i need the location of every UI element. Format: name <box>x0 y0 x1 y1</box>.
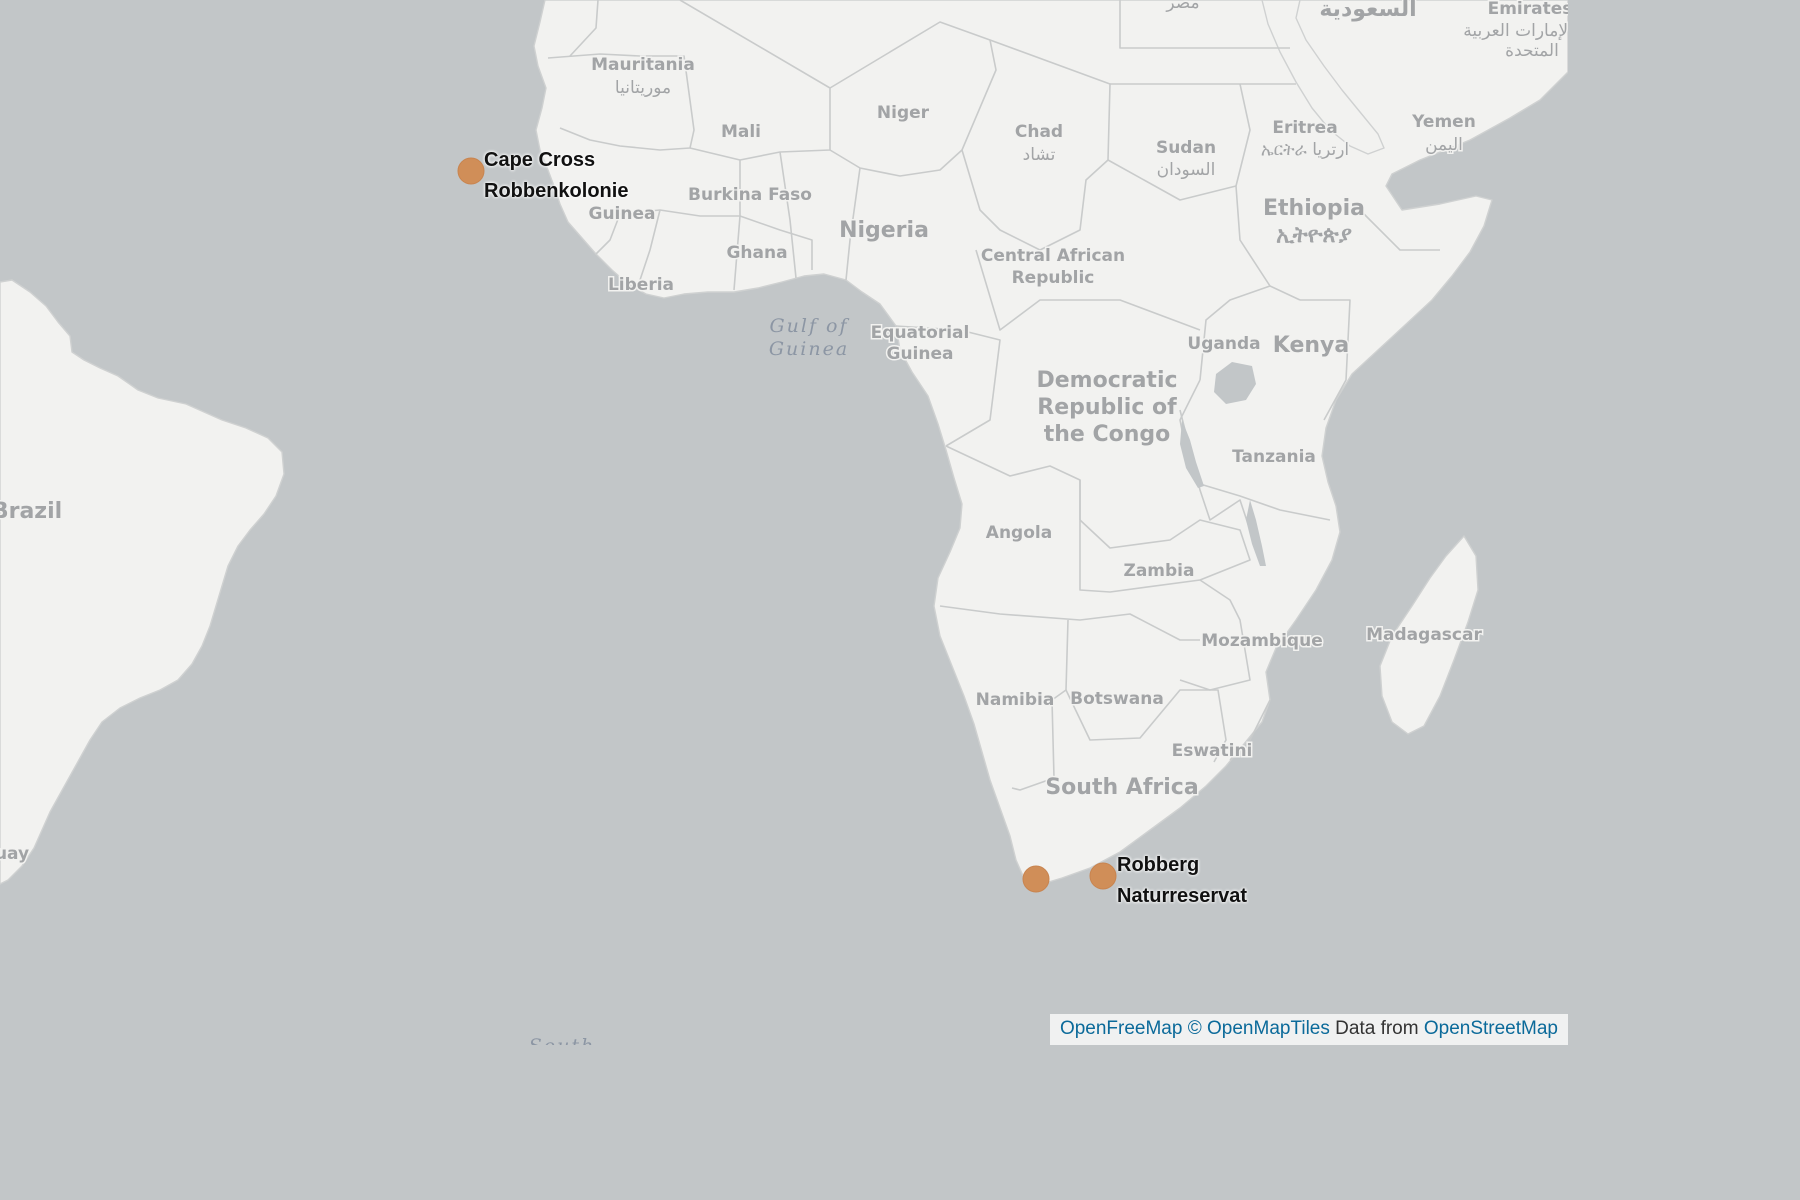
label-angola: Angola <box>986 523 1052 543</box>
openfreemap-link[interactable]: OpenFreeMap <box>1060 1018 1183 1039</box>
label-sudan: Sudan <box>1156 138 1216 158</box>
label-mauritania-native: موريتانيا <box>615 78 671 98</box>
openstreetmap-link[interactable]: OpenStreetMap <box>1424 1018 1558 1039</box>
label-mozambique: Mozambique <box>1201 631 1322 651</box>
marker-label-robberg-line2: Naturreservat <box>1117 885 1248 907</box>
label-burkina-faso: Burkina Faso <box>688 185 812 205</box>
label-nigeria: Nigeria <box>839 218 929 243</box>
label-uruguay-partial: uay <box>0 844 29 864</box>
marker-robberg[interactable] <box>1089 862 1117 890</box>
label-emirates-native-1: الإمارات العربية <box>1463 21 1568 41</box>
label-ethiopia-native: ኢትዮጵያ <box>1276 223 1352 248</box>
label-liberia: Liberia <box>608 275 674 295</box>
label-mali: Mali <box>721 122 761 142</box>
label-car-line2: Republic <box>1012 268 1095 288</box>
marker-label-cape-cross-line1: Cape Cross <box>484 149 596 171</box>
label-south-africa: South Africa <box>1045 775 1198 800</box>
label-zambia: Zambia <box>1124 561 1195 581</box>
label-saudi-native: السعودية <box>1319 0 1416 22</box>
label-south-atlantic-partial: South <box>529 1035 596 1045</box>
data-from-text: Data from <box>1335 1018 1419 1039</box>
label-sudan-native: السودان <box>1157 160 1216 180</box>
label-niger: Niger <box>877 103 930 123</box>
label-uganda: Uganda <box>1187 334 1260 354</box>
label-emirates-native-2: المتحدة <box>1505 41 1559 61</box>
label-gulf-of-guinea-line1: Gulf of <box>769 315 849 337</box>
map-canvas[interactable]: Mauritania موريتانيا Mali Niger Chad تشا… <box>0 0 1568 1045</box>
openmaptiles-link[interactable]: © OpenMapTiles <box>1188 1018 1330 1039</box>
label-eq-guinea-line1: Equatorial <box>871 323 970 343</box>
label-drc-line1: Democratic <box>1036 368 1177 393</box>
marker-label-cape-cross: Cape Cross Robbenkolonie <box>484 145 628 207</box>
label-guinea: Guinea <box>589 204 656 224</box>
map-attribution: OpenFreeMap © OpenMapTiles Data from Ope… <box>1049 1014 1568 1045</box>
label-egypt-native: مصر <box>1165 0 1199 13</box>
marker-cape-unlabeled[interactable] <box>1022 865 1050 893</box>
label-chad: Chad <box>1015 122 1063 142</box>
label-namibia: Namibia <box>976 690 1055 710</box>
label-ethiopia: Ethiopia <box>1263 196 1365 221</box>
label-yemen-native: اليمن <box>1425 135 1463 155</box>
label-madagascar: Madagascar <box>1366 625 1482 645</box>
label-chad-native: تشاد <box>1023 145 1056 165</box>
label-gulf-of-guinea-line2: Guinea <box>769 338 849 360</box>
label-eq-guinea-line2: Guinea <box>887 344 954 364</box>
marker-label-cape-cross-line2: Robbenkolonie <box>484 180 629 202</box>
label-tanzania: Tanzania <box>1232 447 1316 467</box>
marker-cape-cross[interactable] <box>457 157 485 185</box>
label-kenya: Kenya <box>1273 333 1349 358</box>
label-eritrea: Eritrea <box>1272 118 1337 138</box>
label-car-line1: Central African <box>981 246 1125 266</box>
label-eswatini: Eswatini <box>1172 741 1253 761</box>
label-drc-line2: Republic of <box>1037 395 1177 420</box>
label-botswana: Botswana <box>1070 689 1164 709</box>
label-eritrea-native: ኤርትራ ارتريا <box>1261 140 1349 160</box>
label-drc-line3: the Congo <box>1044 422 1171 447</box>
label-brazil: Brazil <box>0 499 62 524</box>
marker-label-robberg: Robberg Naturreservat <box>1117 850 1247 912</box>
label-yemen: Yemen <box>1411 112 1476 132</box>
marker-label-robberg-line1: Robberg <box>1117 854 1200 876</box>
label-emirates: Emirates <box>1488 0 1568 19</box>
label-mauritania: Mauritania <box>591 55 695 75</box>
label-ghana: Ghana <box>726 243 787 263</box>
